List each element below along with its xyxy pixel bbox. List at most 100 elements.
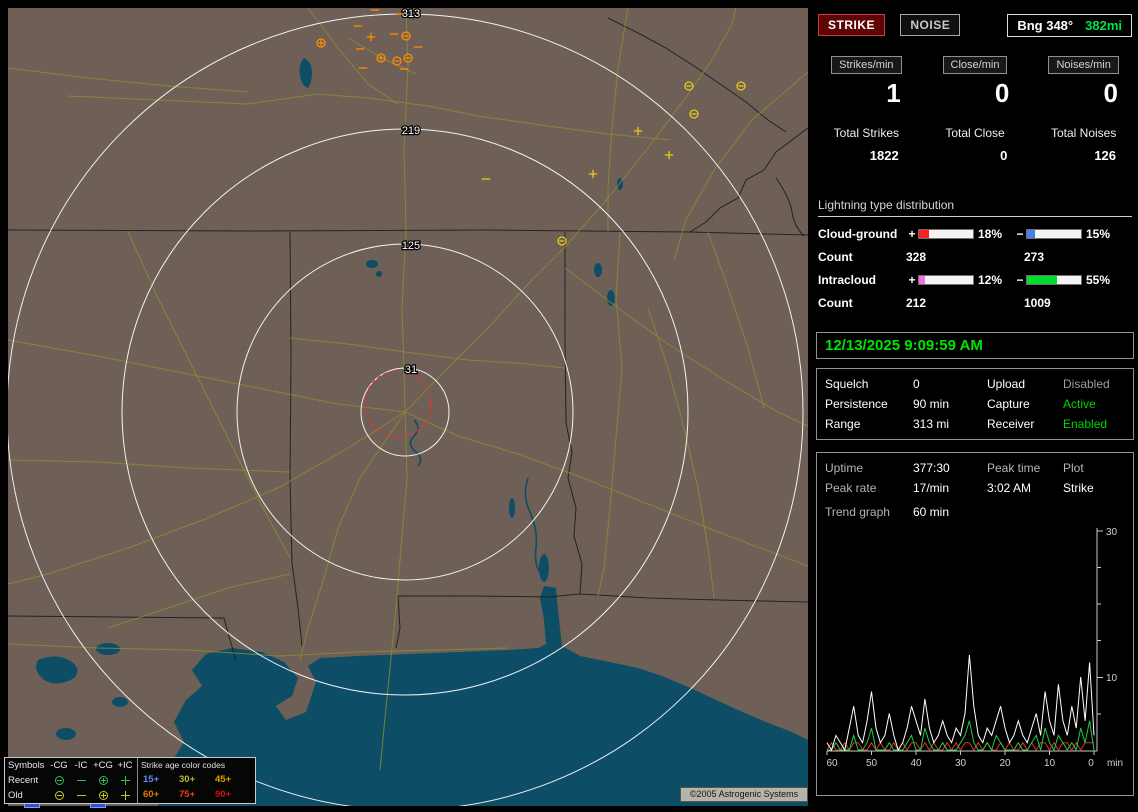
persistence-value: 90 min <box>913 397 950 411</box>
legend-recent-label: Recent <box>8 775 39 786</box>
x-tick-label: 0 <box>1088 758 1094 769</box>
app-window: 313 219 125 31 ©2005 Astrogenic Systems … <box>0 0 1138 812</box>
peak-time-label: Peak time <box>987 461 1041 475</box>
trend-series-strikes_per_min <box>826 655 1095 752</box>
ic-neg-icon <box>70 790 92 801</box>
receiver-status: Enabled <box>1063 417 1108 431</box>
total-close: Total Close 0 <box>921 126 1030 163</box>
distribution-title: Lightning type distribution <box>818 198 1132 217</box>
range-ring-label: 31 <box>405 364 417 376</box>
noise-indicator-button[interactable]: NOISE <box>900 14 961 36</box>
datetime-display: 12/13/2025 9:09:59 AM <box>816 332 1134 359</box>
close-per-min: Close/min 0 <box>921 56 1030 109</box>
bearing-distance-readout: Bng 348° 382mi <box>1007 14 1132 37</box>
cloud-ground-counts: Count 328 273 <box>818 244 1132 270</box>
legend-old-label: Old <box>8 790 23 801</box>
range-ring-label: 219 <box>402 125 420 137</box>
cg-neg-icon <box>48 790 70 801</box>
persistence-label: Persistence <box>825 397 888 411</box>
plot-label: Plot <box>1063 461 1084 475</box>
total-noises-value: 126 <box>1094 148 1117 163</box>
total-noises-label: Total Noises <box>1050 126 1117 140</box>
age-code: 75+ <box>179 789 196 800</box>
settings-panel: Squelch 0 Upload Disabled Persistence 90… <box>816 368 1134 440</box>
x-tick-label: 10 <box>1044 758 1056 769</box>
map-legend: Symbols -CG -IC +CG +IC Recent Old Strik… <box>4 757 256 804</box>
x-unit-label: min <box>1107 758 1123 769</box>
strikes-per-min: Strikes/min 1 <box>812 56 921 109</box>
uptime-label: Uptime <box>825 461 864 475</box>
total-noises: Total Noises 126 <box>1029 126 1138 163</box>
total-close-value: 0 <box>1000 148 1008 163</box>
strike-indicator-button[interactable]: STRIKE <box>818 14 886 36</box>
total-close-label: Total Close <box>945 126 1005 140</box>
plot-value: Strike <box>1063 481 1094 495</box>
cg-pos-icon <box>92 790 114 801</box>
intracloud-row: Intracloud + 12% − 55% <box>818 270 1132 290</box>
cg-negative-count: 273 <box>1024 250 1045 264</box>
ic-positive-count: 212 <box>906 296 927 310</box>
x-tick-label: 30 <box>955 758 967 769</box>
minus-sign: − <box>1016 227 1024 241</box>
plus-sign: + <box>908 227 916 241</box>
ic-negative-count: 1009 <box>1024 296 1051 310</box>
range-label: Range <box>825 417 861 431</box>
x-tick-label: 50 <box>866 758 878 769</box>
indicator-row: STRIKE NOISE Bng 348° 382mi <box>818 14 1134 40</box>
legend-age-title: Strike age color codes <box>141 760 226 770</box>
strikes-per-min-label: Strikes/min <box>831 56 902 74</box>
age-code: 45+ <box>215 774 232 785</box>
cg-negative-pct: 15% <box>1086 227 1111 241</box>
ic-pos-icon <box>114 775 136 786</box>
y-tick-label: 30 <box>1106 527 1118 538</box>
count-label: Count <box>818 296 853 310</box>
x-tick-label: 60 <box>826 758 838 769</box>
intracloud-counts: Count 212 1009 <box>818 290 1132 316</box>
settings-row: Squelch 0 Upload Disabled <box>825 374 1125 394</box>
ic-negative-bar <box>1026 275 1082 285</box>
count-label: Count <box>818 250 853 264</box>
age-code: 60+ <box>143 789 160 800</box>
map-view[interactable]: 313 219 125 31 ©2005 Astrogenic Systems <box>8 8 808 806</box>
capture-label: Capture <box>987 397 1030 411</box>
settings-row: Range 313 mi Receiver Enabled <box>825 414 1125 434</box>
stats-panel: Uptime 377:30 Peak time Plot Peak rate 1… <box>816 452 1134 796</box>
legend-col-neg-cg: -CG <box>50 760 68 771</box>
range-ring-label: 125 <box>402 240 420 252</box>
uptime-value: 377:30 <box>913 461 950 475</box>
minus-sign: − <box>1016 273 1024 287</box>
legend-col-pos-cg: +CG <box>93 760 113 771</box>
intracloud-label: Intracloud <box>818 273 877 287</box>
legend-col-pos-ic: +IC <box>117 760 133 771</box>
peak-time-value: 3:02 AM <box>987 481 1032 495</box>
age-code: 90+ <box>215 789 232 800</box>
cg-positive-count: 328 <box>906 250 927 264</box>
total-strikes-value: 1822 <box>869 148 899 163</box>
age-code: 15+ <box>143 774 160 785</box>
peak-rate-label: Peak rate <box>825 481 877 495</box>
stats-row: Uptime 377:30 Peak time Plot <box>825 458 1125 478</box>
sidebar: STRIKE NOISE Bng 348° 382mi Strikes/min 1… <box>812 0 1138 812</box>
receiver-label: Receiver <box>987 417 1035 431</box>
cg-negative-bar <box>1026 229 1082 239</box>
trend-window-value: 60 min <box>913 505 950 519</box>
cloud-ground-label: Cloud-ground <box>818 227 898 241</box>
ic-positive-bar <box>918 275 974 285</box>
cg-positive-pct: 18% <box>978 227 1003 241</box>
close-per-min-label: Close/min <box>942 56 1008 74</box>
capture-status: Active <box>1063 397 1096 411</box>
plus-sign: + <box>908 273 916 287</box>
range-ring-label: 313 <box>402 8 420 20</box>
bearing-distance: 382mi <box>1085 18 1122 33</box>
distribution-block: Cloud-ground + 18% − 15% Count 328 273 I… <box>818 224 1132 316</box>
ic-negative-pct: 55% <box>1086 273 1111 287</box>
bearing-label: Bng 348° <box>1017 18 1074 33</box>
ic-pos-icon <box>114 790 136 801</box>
range-value: 313 mi <box>913 417 950 431</box>
cg-positive-bar <box>918 229 974 239</box>
legend-col-neg-ic: -IC <box>74 760 88 771</box>
trend-graph-label: Trend graph <box>825 505 890 519</box>
total-strikes-label: Total Strikes <box>833 126 900 140</box>
x-tick-label: 40 <box>910 758 922 769</box>
ic-positive-pct: 12% <box>978 273 1003 287</box>
